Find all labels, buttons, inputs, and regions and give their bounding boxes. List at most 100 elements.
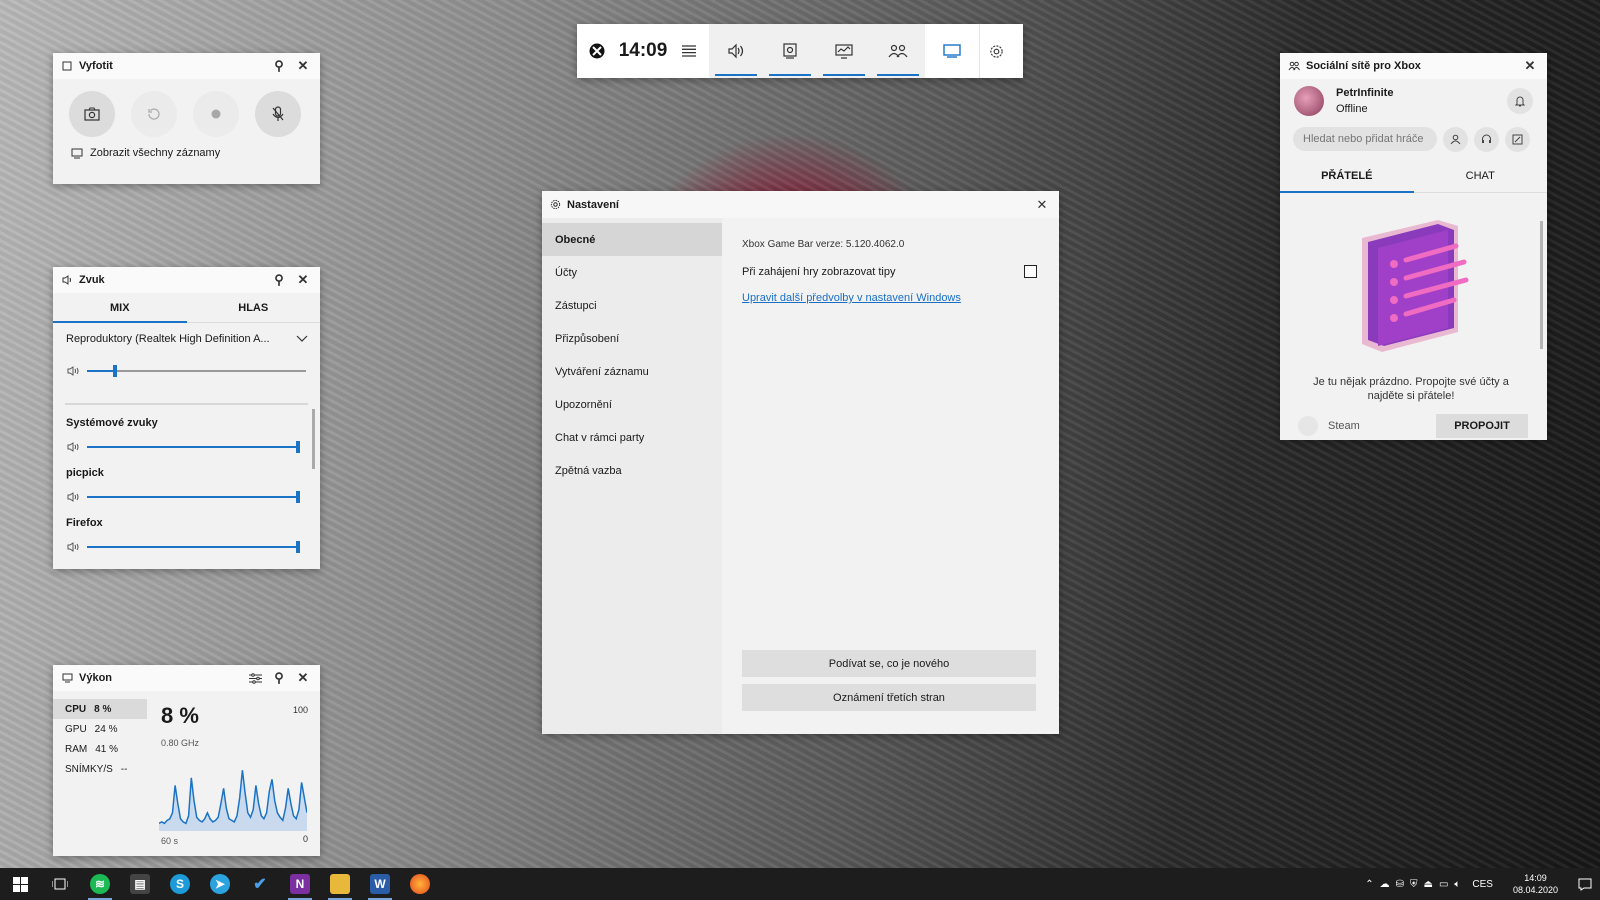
looking-for-group-icon[interactable]: [925, 24, 979, 78]
settings-titlebar[interactable]: Nastavení ✕: [542, 191, 1059, 218]
social-scrollbar[interactable]: [1540, 221, 1543, 349]
record-icon: [211, 109, 221, 119]
close-icon[interactable]: ✕: [294, 271, 312, 289]
pin-icon[interactable]: ⚲: [270, 271, 288, 289]
search-input[interactable]: [1293, 127, 1437, 151]
capture-titlebar[interactable]: Vyfotit ⚲ ✕: [53, 53, 320, 79]
settings-nav-item[interactable]: Zpětná vazba: [542, 454, 722, 487]
xbox-social-panel: Sociální sítě pro Xbox ✕ PetrInfinite Of…: [1280, 53, 1547, 440]
cpu-big-value: 8 %: [161, 703, 199, 728]
tab-friends[interactable]: PŘÁTELÉ: [1280, 159, 1414, 193]
social-widget-icon[interactable]: [871, 24, 925, 78]
settings-nav-item[interactable]: Chat v rámci party: [542, 421, 722, 454]
settings-nav-item[interactable]: Přizpůsobení: [542, 322, 722, 355]
settings-nav-item[interactable]: Zástupci: [542, 289, 722, 322]
checkmark-icon: ✔: [253, 876, 267, 893]
skype-app[interactable]: S: [160, 868, 200, 900]
display-icon[interactable]: ▭: [1439, 879, 1448, 890]
tab-mix[interactable]: MIX: [53, 293, 187, 323]
close-icon[interactable]: ✕: [1521, 57, 1539, 75]
file-explorer-app[interactable]: [320, 868, 360, 900]
tray-date: 08.04.2020: [1512, 885, 1558, 895]
friends-icon: [1288, 57, 1300, 75]
audio-widget-icon[interactable]: [709, 24, 763, 78]
xbox-logo-icon[interactable]: [577, 24, 617, 78]
avatar[interactable]: [1294, 86, 1324, 116]
view-all-captures-link[interactable]: Zobrazit všechny záznamy: [53, 145, 320, 161]
tab-chat[interactable]: CHAT: [1414, 159, 1548, 192]
word-app[interactable]: W: [360, 868, 400, 900]
performance-titlebar[interactable]: Výkon ⚲ ✕: [53, 665, 320, 691]
input-language[interactable]: CES: [1472, 879, 1493, 890]
metric-row[interactable]: SNÍMKY/S --: [53, 759, 147, 779]
social-titlebar[interactable]: Sociální sítě pro Xbox ✕: [1280, 53, 1547, 79]
telegram-app[interactable]: ➤: [200, 868, 240, 900]
third-party-notices-button[interactable]: Oznámení třetích stran: [742, 684, 1036, 711]
output-device-select[interactable]: Reproduktory (Realtek High Definition A.…: [53, 323, 320, 355]
add-friend-button[interactable]: [1443, 126, 1468, 152]
metric-row[interactable]: CPU 8 %: [53, 699, 147, 719]
task-view-button[interactable]: [40, 868, 80, 900]
action-center-icon[interactable]: [1578, 878, 1592, 891]
settings-gear-icon[interactable]: [979, 24, 1013, 78]
onedrive-icon[interactable]: ☁: [1380, 879, 1390, 890]
settings-nav-item[interactable]: Účty: [542, 256, 722, 289]
whats-new-button[interactable]: Podívat se, co je nového: [742, 650, 1036, 677]
spotify-app[interactable]: ≋: [80, 868, 120, 900]
tab-voice[interactable]: HLAS: [187, 293, 321, 322]
tray-clock[interactable]: 14:09 08.04.2020: [1513, 872, 1558, 896]
volume-icon: [67, 542, 79, 552]
metric-value: --: [120, 763, 128, 775]
options-icon[interactable]: [246, 669, 264, 687]
volume-icon: [67, 366, 79, 376]
onenote-app[interactable]: N: [280, 868, 320, 900]
mic-off-icon: [272, 106, 284, 121]
record-last-button[interactable]: [131, 91, 177, 137]
pin-icon[interactable]: ⚲: [270, 57, 288, 75]
metric-row[interactable]: RAM 41 %: [53, 739, 147, 759]
metric-value: 24 %: [94, 723, 118, 735]
audio-scrollbar[interactable]: [312, 409, 315, 469]
settings-nav-item[interactable]: Vytváření záznamu: [542, 355, 722, 388]
screenshot-button[interactable]: [69, 91, 115, 137]
chevron-up-icon[interactable]: ⌃: [1365, 879, 1373, 890]
steam-account-row: Steam: [1298, 416, 1360, 436]
connect-button[interactable]: PROPOJIT: [1436, 414, 1528, 438]
mic-toggle-button[interactable]: [255, 91, 301, 137]
pin-icon[interactable]: ⚲: [270, 669, 288, 687]
new-message-button[interactable]: [1505, 126, 1530, 152]
settings-nav-item[interactable]: Upozornění: [542, 388, 722, 421]
capture-widget-icon[interactable]: [763, 24, 817, 78]
windows-settings-link[interactable]: Upravit další předvolby v nastavení Wind…: [742, 292, 961, 304]
close-icon[interactable]: ✕: [1033, 196, 1051, 214]
todo-app[interactable]: ✔: [240, 868, 280, 900]
close-icon[interactable]: ✕: [294, 57, 312, 75]
output-device-name: Reproduktory (Realtek High Definition A.…: [66, 333, 270, 345]
usb-device-icon[interactable]: ⏏: [1423, 879, 1432, 890]
app-volume-slider[interactable]: [87, 541, 300, 553]
app-name: Systémové zvuky: [66, 417, 158, 429]
security-shield-icon[interactable]: ⛨: [1410, 879, 1418, 890]
app-volume-slider[interactable]: [87, 441, 300, 453]
audio-titlebar[interactable]: Zvuk ⚲ ✕: [53, 267, 320, 293]
volume-icon[interactable]: 🔈︎: [1454, 879, 1460, 890]
metric-row[interactable]: GPU 24 %: [53, 719, 147, 739]
start-button[interactable]: [0, 868, 40, 900]
master-volume-slider[interactable]: [87, 365, 306, 377]
notifications-button[interactable]: [1507, 88, 1533, 114]
widget-menu-icon[interactable]: [669, 24, 709, 78]
settings-nav-item[interactable]: Obecné: [542, 223, 722, 256]
performance-widget-icon[interactable]: [817, 24, 871, 78]
start-recording-button[interactable]: [193, 91, 239, 137]
tips-checkbox[interactable]: [1024, 265, 1037, 278]
party-chat-button[interactable]: [1474, 126, 1499, 152]
settings-window: Nastavení ✕ Obecné Účty Zástupci Přizpůsobe…: [542, 191, 1059, 734]
firefox-app[interactable]: [400, 868, 440, 900]
person-icon: [1450, 134, 1461, 144]
audio-panel: Zvuk ⚲ ✕ MIX HLAS Reproduktory (Realtek …: [53, 267, 320, 569]
app-volume-slider[interactable]: [87, 491, 300, 503]
network-share-icon[interactable]: ⛁: [1396, 879, 1404, 890]
notes-app[interactable]: ▤: [120, 868, 160, 900]
capture-title: Vyfotit: [79, 60, 113, 72]
close-icon[interactable]: ✕: [294, 669, 312, 687]
